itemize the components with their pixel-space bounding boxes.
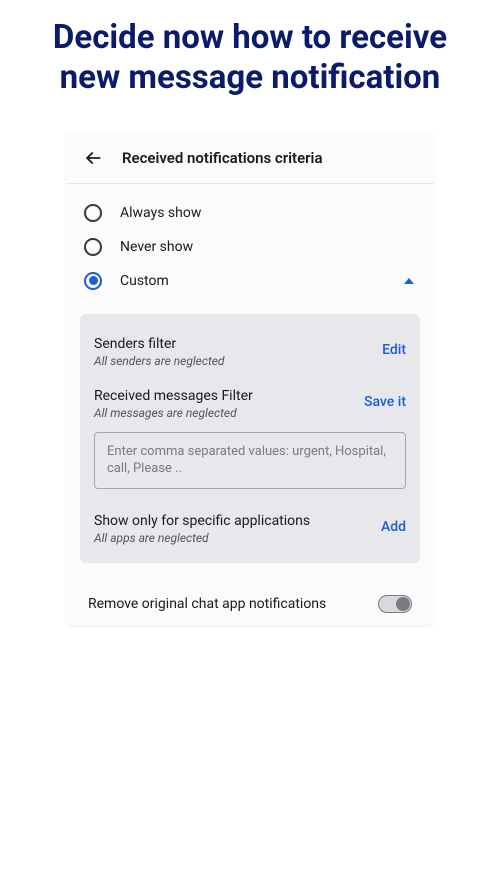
filter-title: Senders filter xyxy=(94,336,225,352)
filter-subtitle: All apps are neglected xyxy=(94,531,310,545)
apps-filter-section: Show only for specific applications All … xyxy=(94,505,406,545)
toggle-label: Remove original chat app notifications xyxy=(88,596,326,612)
filter-header: Show only for specific applications All … xyxy=(94,513,406,545)
radio-icon xyxy=(84,238,102,256)
remove-original-row: Remove original chat app notifications xyxy=(66,577,434,625)
edit-button[interactable]: Edit xyxy=(382,336,406,358)
option-label: Custom xyxy=(120,273,386,289)
options-list: Always show Never show Custom xyxy=(66,184,434,304)
option-never-show[interactable]: Never show xyxy=(66,230,434,264)
filter-texts: Received messages Filter All messages ar… xyxy=(94,388,253,420)
option-custom[interactable]: Custom xyxy=(66,264,434,298)
save-button[interactable]: Save it xyxy=(364,388,406,410)
messages-filter-input[interactable] xyxy=(94,432,406,489)
radio-icon xyxy=(84,272,102,290)
chevron-up-icon xyxy=(404,278,414,284)
radio-icon xyxy=(84,204,102,222)
senders-filter-section: Senders filter All senders are neglected… xyxy=(94,328,406,380)
filter-title: Received messages Filter xyxy=(94,388,253,404)
option-label: Never show xyxy=(120,239,416,255)
filter-texts: Show only for specific applications All … xyxy=(94,513,310,545)
custom-panel: Senders filter All senders are neglected… xyxy=(80,314,420,563)
filter-subtitle: All messages are neglected xyxy=(94,406,253,420)
remove-original-toggle[interactable] xyxy=(378,595,412,613)
option-label: Always show xyxy=(120,205,416,221)
filter-subtitle: All senders are neglected xyxy=(94,354,225,368)
filter-title: Show only for specific applications xyxy=(94,513,310,529)
option-always-show[interactable]: Always show xyxy=(66,196,434,230)
card-title: Received notifications criteria xyxy=(122,149,323,167)
filter-header: Received messages Filter All messages ar… xyxy=(94,388,406,420)
card-header: Received notifications criteria xyxy=(66,133,434,184)
settings-card: Received notifications criteria Always s… xyxy=(66,133,434,625)
filter-header: Senders filter All senders are neglected… xyxy=(94,336,406,368)
messages-filter-section: Received messages Filter All messages ar… xyxy=(94,380,406,505)
back-arrow-icon[interactable] xyxy=(82,147,104,169)
add-button[interactable]: Add xyxy=(381,513,406,535)
filter-texts: Senders filter All senders are neglected xyxy=(94,336,225,368)
page-headline: Decide now how to receive new message no… xyxy=(0,0,500,99)
